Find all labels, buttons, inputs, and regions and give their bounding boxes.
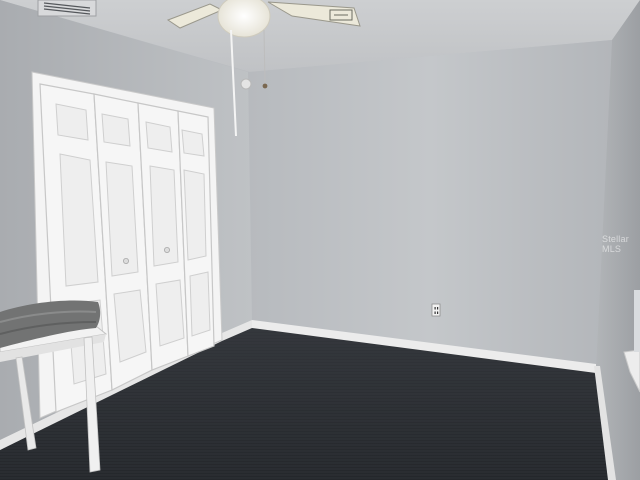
- closet-knob-right: [163, 246, 170, 253]
- window-frame-edge: [634, 290, 640, 352]
- wall-outlet: [431, 303, 441, 317]
- mls-watermark: Stellar MLS: [602, 234, 629, 254]
- back-wall: [248, 40, 612, 368]
- room-photo: [0, 0, 640, 480]
- smoke-detector: [240, 78, 252, 90]
- fan-light-globe: [217, 0, 271, 38]
- closet-knob-left: [123, 257, 130, 264]
